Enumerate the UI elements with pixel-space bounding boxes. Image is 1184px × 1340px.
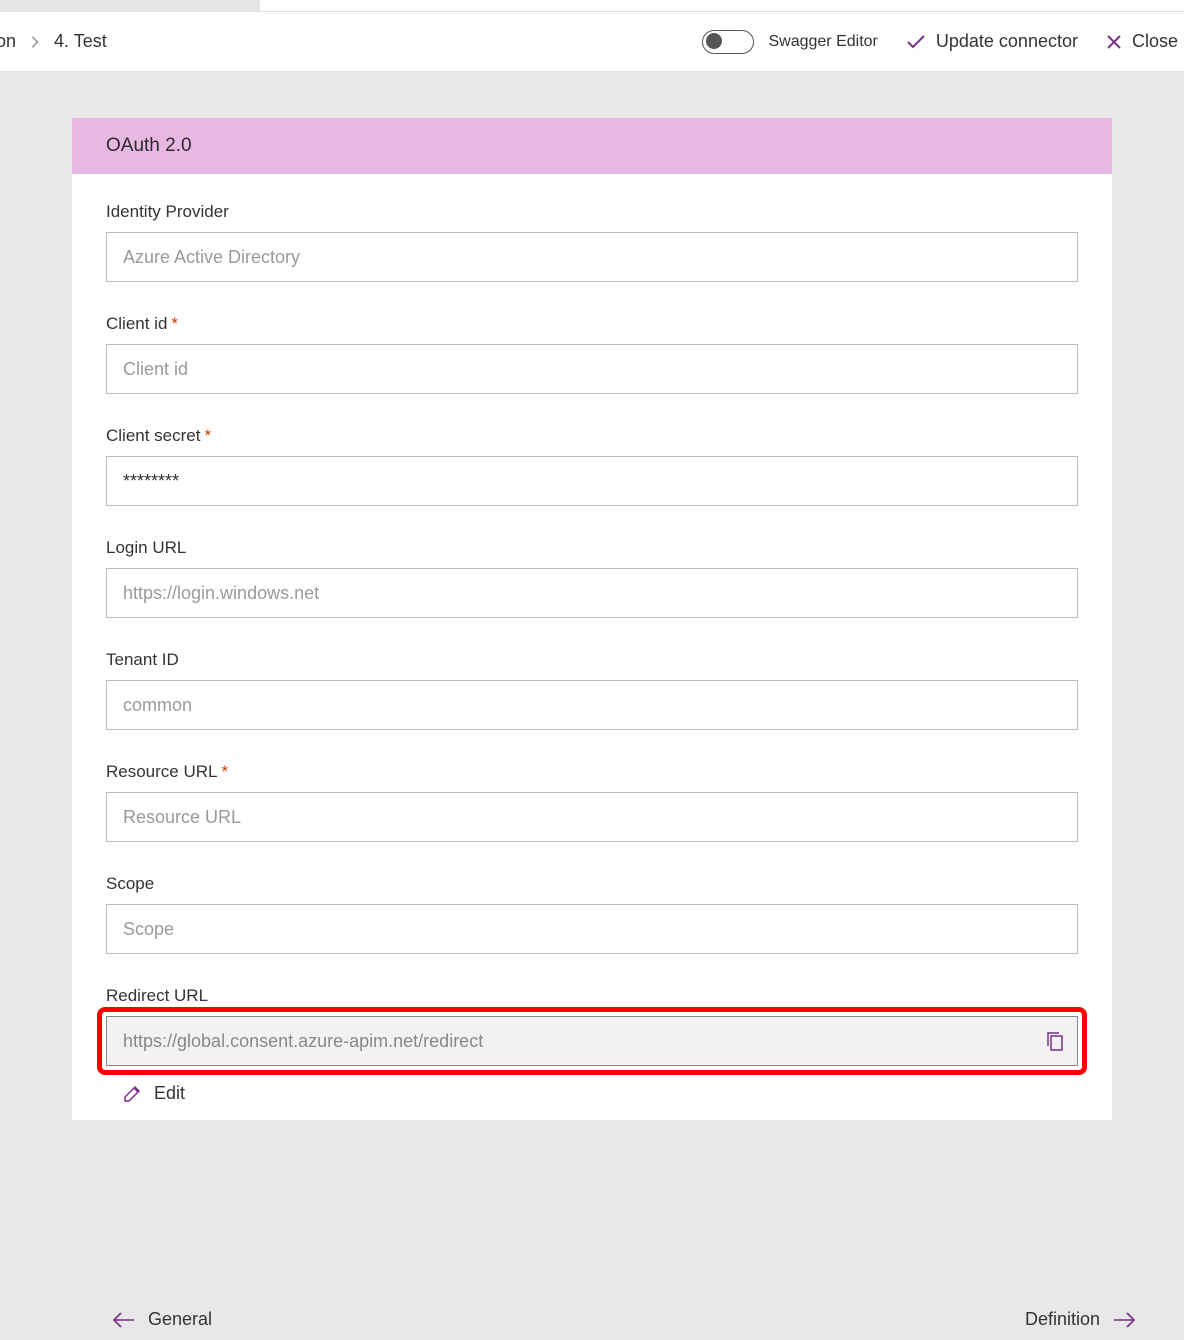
identity-provider-group: Identity Provider bbox=[106, 202, 1078, 282]
client-secret-group: Client secret* bbox=[106, 426, 1078, 506]
breadcrumb-prev-fragment: on bbox=[0, 31, 16, 52]
close-button[interactable]: Close bbox=[1106, 31, 1178, 52]
identity-provider-input[interactable] bbox=[106, 232, 1078, 282]
swagger-toggle[interactable] bbox=[702, 30, 754, 54]
top-tab-bar bbox=[0, 0, 1184, 12]
required-asterisk: * bbox=[222, 762, 229, 781]
client-id-group: Client id* bbox=[106, 314, 1078, 394]
footer-next-label: Definition bbox=[1025, 1309, 1100, 1330]
breadcrumb-current[interactable]: 4. Test bbox=[54, 31, 107, 52]
content-area: OAuth 2.0 Identity Provider Client id* C… bbox=[0, 72, 1184, 1120]
login-url-label: Login URL bbox=[106, 538, 1078, 558]
resource-url-label: Resource URL* bbox=[106, 762, 1078, 782]
redirect-url-label: Redirect URL bbox=[106, 986, 1078, 1006]
chevron-right-icon bbox=[30, 35, 40, 49]
footer-nav: General Definition bbox=[0, 1309, 1184, 1330]
client-id-label: Client id* bbox=[106, 314, 1078, 334]
toolbar-actions: Swagger Editor Update connector Close bbox=[702, 30, 1184, 54]
client-secret-label: Client secret* bbox=[106, 426, 1078, 446]
footer-prev-link[interactable]: General bbox=[112, 1309, 212, 1330]
resource-url-input[interactable] bbox=[106, 792, 1078, 842]
scope-input[interactable] bbox=[106, 904, 1078, 954]
required-asterisk: * bbox=[171, 314, 178, 333]
swagger-toggle-group: Swagger Editor bbox=[702, 30, 877, 54]
scope-label: Scope bbox=[106, 874, 1078, 894]
client-secret-input[interactable] bbox=[106, 456, 1078, 506]
tenant-id-input[interactable] bbox=[106, 680, 1078, 730]
login-url-group: Login URL bbox=[106, 538, 1078, 618]
footer-next-link[interactable]: Definition bbox=[1025, 1309, 1136, 1330]
resource-url-group: Resource URL* bbox=[106, 762, 1078, 842]
arrow-left-icon bbox=[112, 1311, 136, 1329]
edit-label: Edit bbox=[154, 1083, 185, 1104]
redirect-url-field: https://global.consent.azure-apim.net/re… bbox=[106, 1016, 1078, 1066]
redirect-highlight: https://global.consent.azure-apim.net/re… bbox=[97, 1007, 1087, 1075]
toolbar: on 4. Test Swagger Editor Update connect… bbox=[0, 12, 1184, 72]
client-id-label-text: Client id bbox=[106, 314, 167, 333]
update-connector-label: Update connector bbox=[936, 31, 1078, 52]
arrow-right-icon bbox=[1112, 1311, 1136, 1329]
breadcrumb: on 4. Test bbox=[0, 31, 107, 52]
swagger-label: Swagger Editor bbox=[768, 33, 877, 51]
copy-icon[interactable] bbox=[1045, 1030, 1065, 1052]
required-asterisk: * bbox=[204, 426, 211, 445]
resource-url-label-text: Resource URL bbox=[106, 762, 218, 781]
close-icon bbox=[1106, 34, 1122, 50]
tenant-id-label: Tenant ID bbox=[106, 650, 1078, 670]
scope-group: Scope bbox=[106, 874, 1078, 954]
client-id-input[interactable] bbox=[106, 344, 1078, 394]
login-url-input[interactable] bbox=[106, 568, 1078, 618]
update-connector-button[interactable]: Update connector bbox=[906, 31, 1078, 52]
tab-stub bbox=[0, 0, 260, 11]
footer-prev-label: General bbox=[148, 1309, 212, 1330]
client-secret-label-text: Client secret bbox=[106, 426, 200, 445]
close-label: Close bbox=[1132, 31, 1178, 52]
card-body: Identity Provider Client id* Client secr… bbox=[72, 174, 1112, 1120]
checkmark-icon bbox=[906, 34, 926, 50]
identity-provider-label: Identity Provider bbox=[106, 202, 1078, 222]
pencil-icon bbox=[122, 1084, 142, 1104]
redirect-url-group: Redirect URL https://global.consent.azur… bbox=[106, 986, 1078, 1104]
oauth-card: OAuth 2.0 Identity Provider Client id* C… bbox=[72, 118, 1112, 1120]
edit-link[interactable]: Edit bbox=[106, 1083, 1078, 1104]
tenant-id-group: Tenant ID bbox=[106, 650, 1078, 730]
card-header: OAuth 2.0 bbox=[72, 118, 1112, 174]
toggle-knob bbox=[706, 33, 722, 49]
redirect-url-value: https://global.consent.azure-apim.net/re… bbox=[123, 1031, 1045, 1052]
